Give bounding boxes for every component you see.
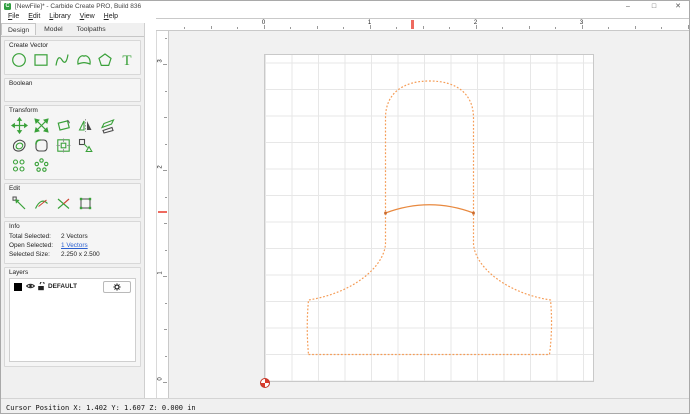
open-selected-link[interactable]: 1 Vectors: [61, 242, 88, 249]
stock-area[interactable]: [263, 53, 594, 382]
cursor-x-marker: [411, 20, 414, 29]
minimize-button[interactable]: –: [617, 1, 639, 12]
shear-icon[interactable]: [98, 116, 117, 134]
status-bar: Cursor Position X: 1.402 Y: 1.607 Z: 0.0…: [1, 398, 689, 413]
vertical-ruler: 0123: [156, 31, 169, 398]
fair-curve-icon[interactable]: [32, 194, 51, 212]
info-group: Info Total Selected: 2 Vectors Open Sele…: [4, 221, 141, 264]
sidebar-tabs: Design Model Toolpaths: [1, 23, 144, 37]
selected-size-value: 2.250 x 2.500: [61, 251, 100, 258]
tab-toolpaths[interactable]: Toolpaths: [71, 23, 112, 35]
window-title: [NewFile]* - Carbide Create PRO, Build 8…: [15, 2, 142, 10]
tab-model[interactable]: Model: [38, 23, 69, 35]
menu-help[interactable]: Help: [104, 13, 118, 20]
circular-array-icon[interactable]: [32, 156, 51, 174]
maximize-button[interactable]: □: [643, 1, 665, 12]
visibility-eye-icon[interactable]: [25, 282, 36, 292]
offset-path-icon[interactable]: [10, 136, 29, 154]
mirror-icon[interactable]: [76, 116, 95, 134]
menu-library[interactable]: Library: [49, 13, 70, 20]
create-vector-label: Create Vector: [9, 42, 49, 49]
text-tool-icon[interactable]: T: [118, 51, 137, 69]
layers-label: Layers: [9, 269, 29, 276]
unlock-icon[interactable]: [37, 281, 45, 293]
polygon-tool-icon[interactable]: [96, 51, 115, 69]
curve-tool-icon[interactable]: [75, 51, 94, 69]
total-selected-label: Total Selected:: [9, 233, 51, 240]
menu-file[interactable]: File: [8, 13, 19, 20]
trim-vectors-icon[interactable]: [54, 194, 73, 212]
node-edit-icon[interactable]: [10, 194, 29, 212]
layers-list[interactable]: DEFAULT: [9, 278, 136, 362]
title-bar: C [NewFile]* - Carbide Create PRO, Build…: [1, 1, 689, 12]
tab-design[interactable]: Design: [1, 23, 37, 35]
info-label: Info: [9, 223, 20, 230]
linear-array-icon[interactable]: [10, 156, 29, 174]
menu-view[interactable]: View: [80, 13, 95, 20]
layer-color-swatch[interactable]: [14, 282, 22, 291]
layer-name: DEFAULT: [48, 283, 77, 290]
cursor-position-readout: Cursor Position X: 1.402 Y: 1.607 Z: 0.0…: [6, 404, 196, 412]
rectangle-tool-icon[interactable]: [32, 51, 51, 69]
edit-group: Edit: [4, 183, 141, 218]
layer-settings-gear-icon[interactable]: [103, 281, 131, 293]
scale-icon[interactable]: [32, 116, 51, 134]
round-corners-icon[interactable]: [32, 136, 51, 154]
move-to-position-icon[interactable]: [76, 136, 95, 154]
layers-group: Layers DEFAULT: [4, 267, 141, 367]
boolean-label: Boolean: [9, 80, 33, 87]
boolean-group: Boolean: [4, 78, 141, 102]
layer-row[interactable]: DEFAULT: [10, 279, 135, 293]
sidebar: Design Model Toolpaths Create Vector T B…: [1, 23, 145, 398]
cursor-y-marker: [158, 210, 167, 214]
rotate-icon[interactable]: [54, 116, 73, 134]
create-vector-group: Create Vector T: [4, 40, 141, 75]
align-icon[interactable]: [54, 136, 73, 154]
circle-tool-icon[interactable]: [10, 51, 29, 69]
boolean-empty-area: [8, 88, 137, 98]
menu-edit[interactable]: Edit: [28, 13, 40, 20]
move-icon[interactable]: [10, 116, 29, 134]
horizontal-ruler: 0123: [156, 18, 689, 31]
join-vectors-icon[interactable]: [76, 194, 95, 212]
open-selected-label: Open Selected:: [9, 242, 54, 249]
app-window: C [NewFile]* - Carbide Create PRO, Build…: [0, 0, 690, 414]
transform-label: Transform: [9, 107, 38, 114]
transform-group: Transform: [4, 105, 141, 180]
close-button[interactable]: ✕: [667, 1, 689, 12]
total-selected-value: 2 Vectors: [61, 233, 88, 240]
spline-tool-icon[interactable]: [53, 51, 72, 69]
app-logo-icon: C: [4, 3, 11, 10]
selected-size-label: Selected Size:: [9, 251, 50, 258]
info-total-selected: Total Selected: 2 Vectors: [9, 233, 136, 240]
edit-label: Edit: [9, 185, 21, 192]
info-open-selected: Open Selected: 1 Vectors: [9, 242, 136, 249]
svg-text:T: T: [122, 53, 131, 69]
info-selected-size: Selected Size: 2.250 x 2.500: [9, 251, 136, 258]
job-origin-icon[interactable]: [259, 377, 270, 388]
